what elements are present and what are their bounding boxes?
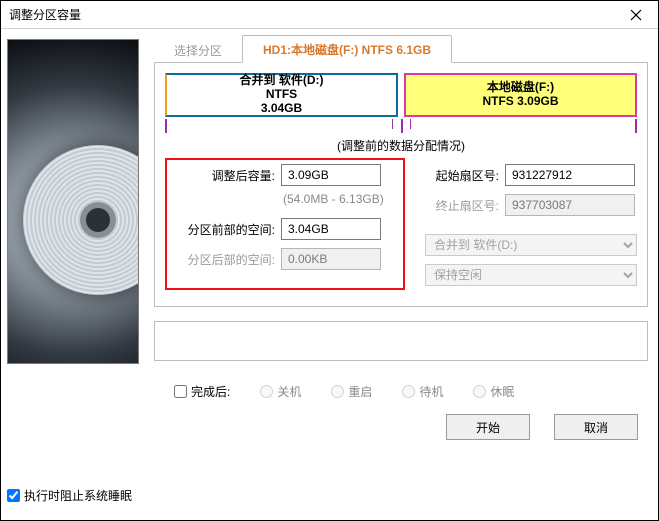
label-end-sector: 终止扇区号: <box>425 197 505 214</box>
radio-shutdown[interactable]: 关机 <box>260 383 301 400</box>
input-end-sector <box>505 194 635 216</box>
start-button[interactable]: 开始 <box>446 414 530 440</box>
dialog-buttons: 开始 取消 <box>154 400 648 440</box>
partition-bar-current[interactable]: 本地磁盘(F:) NTFS 3.09GB <box>404 73 637 117</box>
radio-hibernate[interactable]: 休眠 <box>473 383 514 400</box>
input-back-space <box>281 248 381 270</box>
select-back-action: 保持空闲 <box>425 264 637 286</box>
input-start-sector[interactable] <box>505 164 635 186</box>
titlebar: 调整分区容量 <box>1 1 658 29</box>
bar-left-fs: NTFS <box>266 88 297 102</box>
label-start-sector: 起始扇区号: <box>425 167 505 184</box>
cancel-button[interactable]: 取消 <box>554 414 638 440</box>
bar-left-size: 3.04GB <box>261 102 302 116</box>
bar-right-title: 本地磁盘(F:) <box>487 81 554 95</box>
window-title: 调整分区容量 <box>9 6 81 23</box>
bar-right-size: NTFS 3.09GB <box>482 95 558 109</box>
bar-left-title: 合并到 软件(D:) <box>240 74 324 88</box>
radio-standby[interactable]: 待机 <box>402 383 443 400</box>
resize-form: 调整后容量: (54.0MB - 6.13GB) 分区前部的空间: 分区后部的空… <box>165 162 637 292</box>
tab-current-partition[interactable]: HD1:本地磁盘(F:) NTFS 6.1GB <box>242 35 452 63</box>
label-front-space: 分区前部的空间: <box>165 221 281 238</box>
after-complete-checkbox[interactable]: 完成后: <box>174 383 230 400</box>
radio-restart[interactable]: 重启 <box>331 383 372 400</box>
tab-bar: 选择分区 HD1:本地磁盘(F:) NTFS 6.1GB <box>154 35 648 63</box>
sidebar: DISKGENIUS 执行时阻止系统睡眠 <box>1 29 146 520</box>
prevent-sleep-input[interactable] <box>7 489 20 502</box>
range-hint: (54.0MB - 6.13GB) <box>283 192 405 206</box>
disk-illustration: DISKGENIUS <box>7 39 139 364</box>
partition-panel: 合并到 软件(D:) NTFS 3.04GB 本地磁盘(F:) NTFS 3.0… <box>154 62 648 307</box>
input-after-size[interactable] <box>281 164 381 186</box>
prevent-sleep-label: 执行时阻止系统睡眠 <box>24 487 132 504</box>
partition-bars[interactable]: 合并到 软件(D:) NTFS 3.04GB 本地磁盘(F:) NTFS 3.0… <box>165 73 637 117</box>
close-icon <box>630 9 642 21</box>
after-complete-label: 完成后: <box>191 383 230 400</box>
partition-bar-merge-target[interactable]: 合并到 软件(D:) NTFS 3.04GB <box>165 73 398 117</box>
prevent-sleep-checkbox[interactable]: 执行时阻止系统睡眠 <box>7 487 140 512</box>
label-after-size: 调整后容量: <box>165 167 281 184</box>
tab-select-partition[interactable]: 选择分区 <box>154 37 242 63</box>
close-button[interactable] <box>614 1 658 28</box>
label-back-space: 分区后部的空间: <box>165 251 281 268</box>
log-area <box>154 321 648 361</box>
main-content: 选择分区 HD1:本地磁盘(F:) NTFS 6.1GB 合并到 软件(D:) … <box>146 29 658 520</box>
ruler <box>165 119 637 133</box>
select-front-action: 合并到 软件(D:) <box>425 234 637 256</box>
allocation-caption: (调整前的数据分配情况) <box>165 137 637 154</box>
input-front-space[interactable] <box>281 218 381 240</box>
after-complete-options: 完成后: 关机 重启 待机 休眠 <box>154 369 648 400</box>
after-complete-input[interactable] <box>174 385 187 398</box>
